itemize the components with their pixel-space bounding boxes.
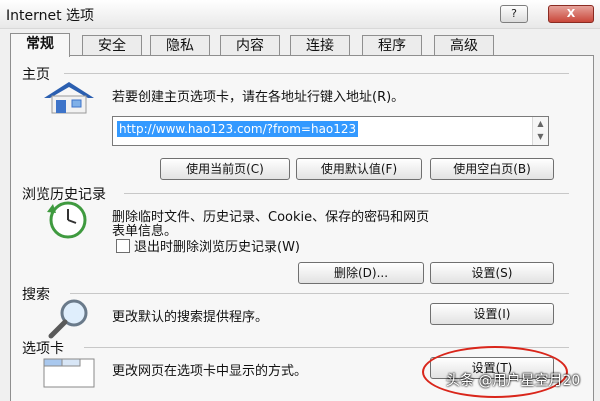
window-title: Internet 选项	[6, 8, 95, 24]
delete-on-exit-checkbox[interactable]	[116, 239, 130, 253]
tab-bar: 常规 安全 隐私 内容 连接 程序 高级	[10, 33, 600, 57]
house-icon	[42, 80, 96, 118]
tab-connections[interactable]: 连接	[290, 35, 350, 56]
history-clock-icon	[42, 200, 96, 244]
search-description: 更改默认的搜索提供程序。	[112, 310, 269, 325]
delete-on-exit-label: 退出时删除浏览历史记录(W)	[134, 240, 300, 255]
home-divider	[64, 73, 569, 74]
delete-history-button[interactable]: 删除(D)...	[298, 262, 424, 284]
history-divider	[124, 193, 569, 194]
tab-programs[interactable]: 程序	[362, 35, 422, 56]
close-button[interactable]: X	[548, 5, 594, 23]
search-settings-button[interactable]: 设置(I)	[430, 303, 554, 325]
url-scrollbar[interactable]: ▲ ▼	[532, 117, 548, 145]
tab-privacy[interactable]: 隐私	[150, 35, 210, 56]
home-page-url-input[interactable]: http://www.hao123.com/?from=hao123 ▲ ▼	[112, 116, 549, 146]
tab-general[interactable]: 常规	[10, 33, 70, 57]
use-blank-button[interactable]: 使用空白页(B)	[430, 158, 554, 180]
title-bar: Internet 选项 ? X	[0, 0, 600, 29]
watermark-text: 头条 @用户星空月20	[446, 373, 581, 389]
search-divider	[70, 293, 569, 294]
home-description: 若要创建主页选项卡，请在各地址行键入地址(R)。	[112, 90, 405, 105]
use-default-button[interactable]: 使用默认值(F)	[296, 158, 422, 180]
tab-content[interactable]: 内容	[220, 35, 280, 56]
tab-advanced[interactable]: 高级	[434, 35, 494, 56]
tab-security[interactable]: 安全	[82, 35, 142, 56]
help-button[interactable]: ?	[500, 5, 528, 23]
history-settings-button[interactable]: 设置(S)	[430, 262, 554, 284]
tabs-description: 更改网页在选项卡中显示的方式。	[112, 364, 308, 379]
use-current-button[interactable]: 使用当前页(C)	[160, 158, 290, 180]
tabs-window-icon	[42, 355, 96, 393]
url-value: http://www.hao123.com/?from=hao123	[117, 121, 359, 137]
